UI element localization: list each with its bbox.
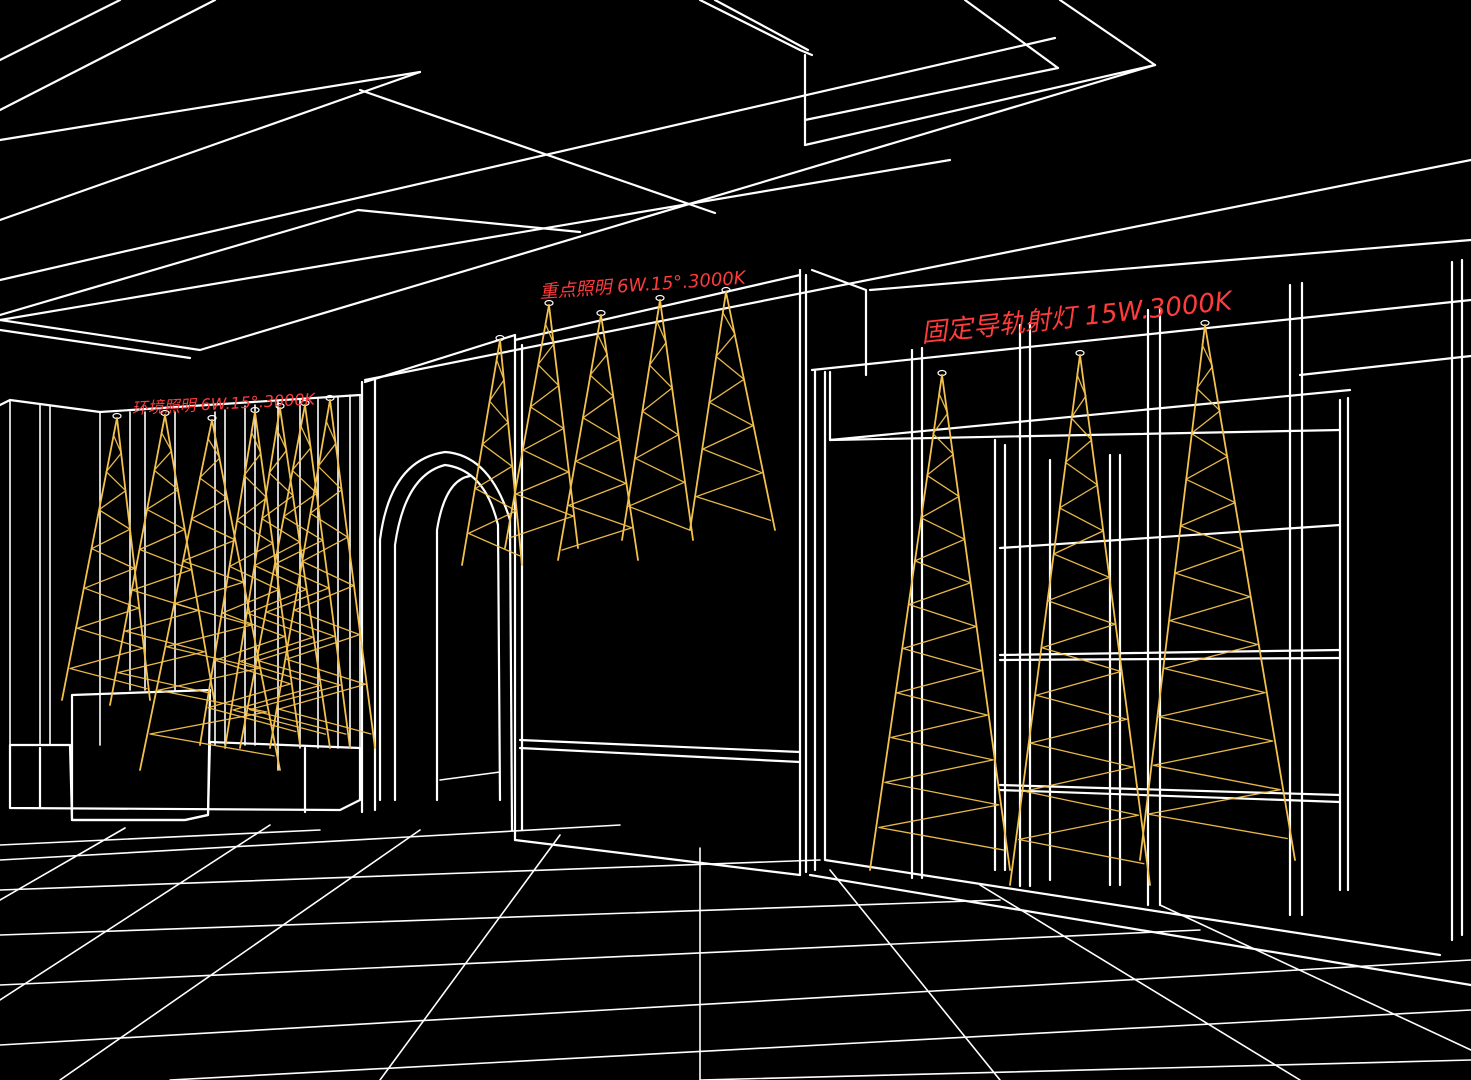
floor-tile-grid [0,824,1471,1080]
accent-light-cone-8 [461,334,523,566]
light-cone-edge [164,414,216,706]
lighting-sketch-canvas: 环境照明 6W.15°.3000K 重点照明 6W.15°.3000K 固定导轨… [0,0,1471,1080]
light-cone-edge [1139,324,1206,861]
ambient-light-cone-6 [239,399,351,749]
reception-desk [8,688,362,822]
light-cone-edge [689,291,727,531]
ambient-light-cone-1 [61,412,151,701]
track-light-cone-15 [1139,319,1296,861]
arched-doorway [378,450,514,832]
central-feature-wall [513,268,868,877]
light-cone-edge [304,404,351,749]
light-cone-edge [621,299,661,541]
light-cone-edge [1204,324,1296,861]
light-cone-edge [329,399,376,749]
light-cone-icon [878,374,1005,851]
light-cone-edge [109,414,166,706]
right-display-wall [808,258,1471,987]
light-cone-icon [149,419,275,757]
accent-light-cone-12 [689,286,776,531]
light-cone-edge [199,411,256,746]
accent-lighting-label: 重点照明 6W.15°.3000K [539,268,748,303]
light-cone-edge [504,304,550,549]
light-cone-edge [725,291,776,531]
light-cone-icon [627,299,691,532]
ambient-lighting-label: 环境照明 6W.15°.3000K [131,389,317,418]
accent-light-cone-10 [557,309,639,561]
accent-light-cone-11 [621,294,694,541]
track-spotlight-label: 固定导轨射灯 15W.3000K [920,286,1236,349]
track-light-cone-13 [869,369,1011,871]
light-cone-edge [659,299,694,541]
light-cone-edge [869,374,943,871]
